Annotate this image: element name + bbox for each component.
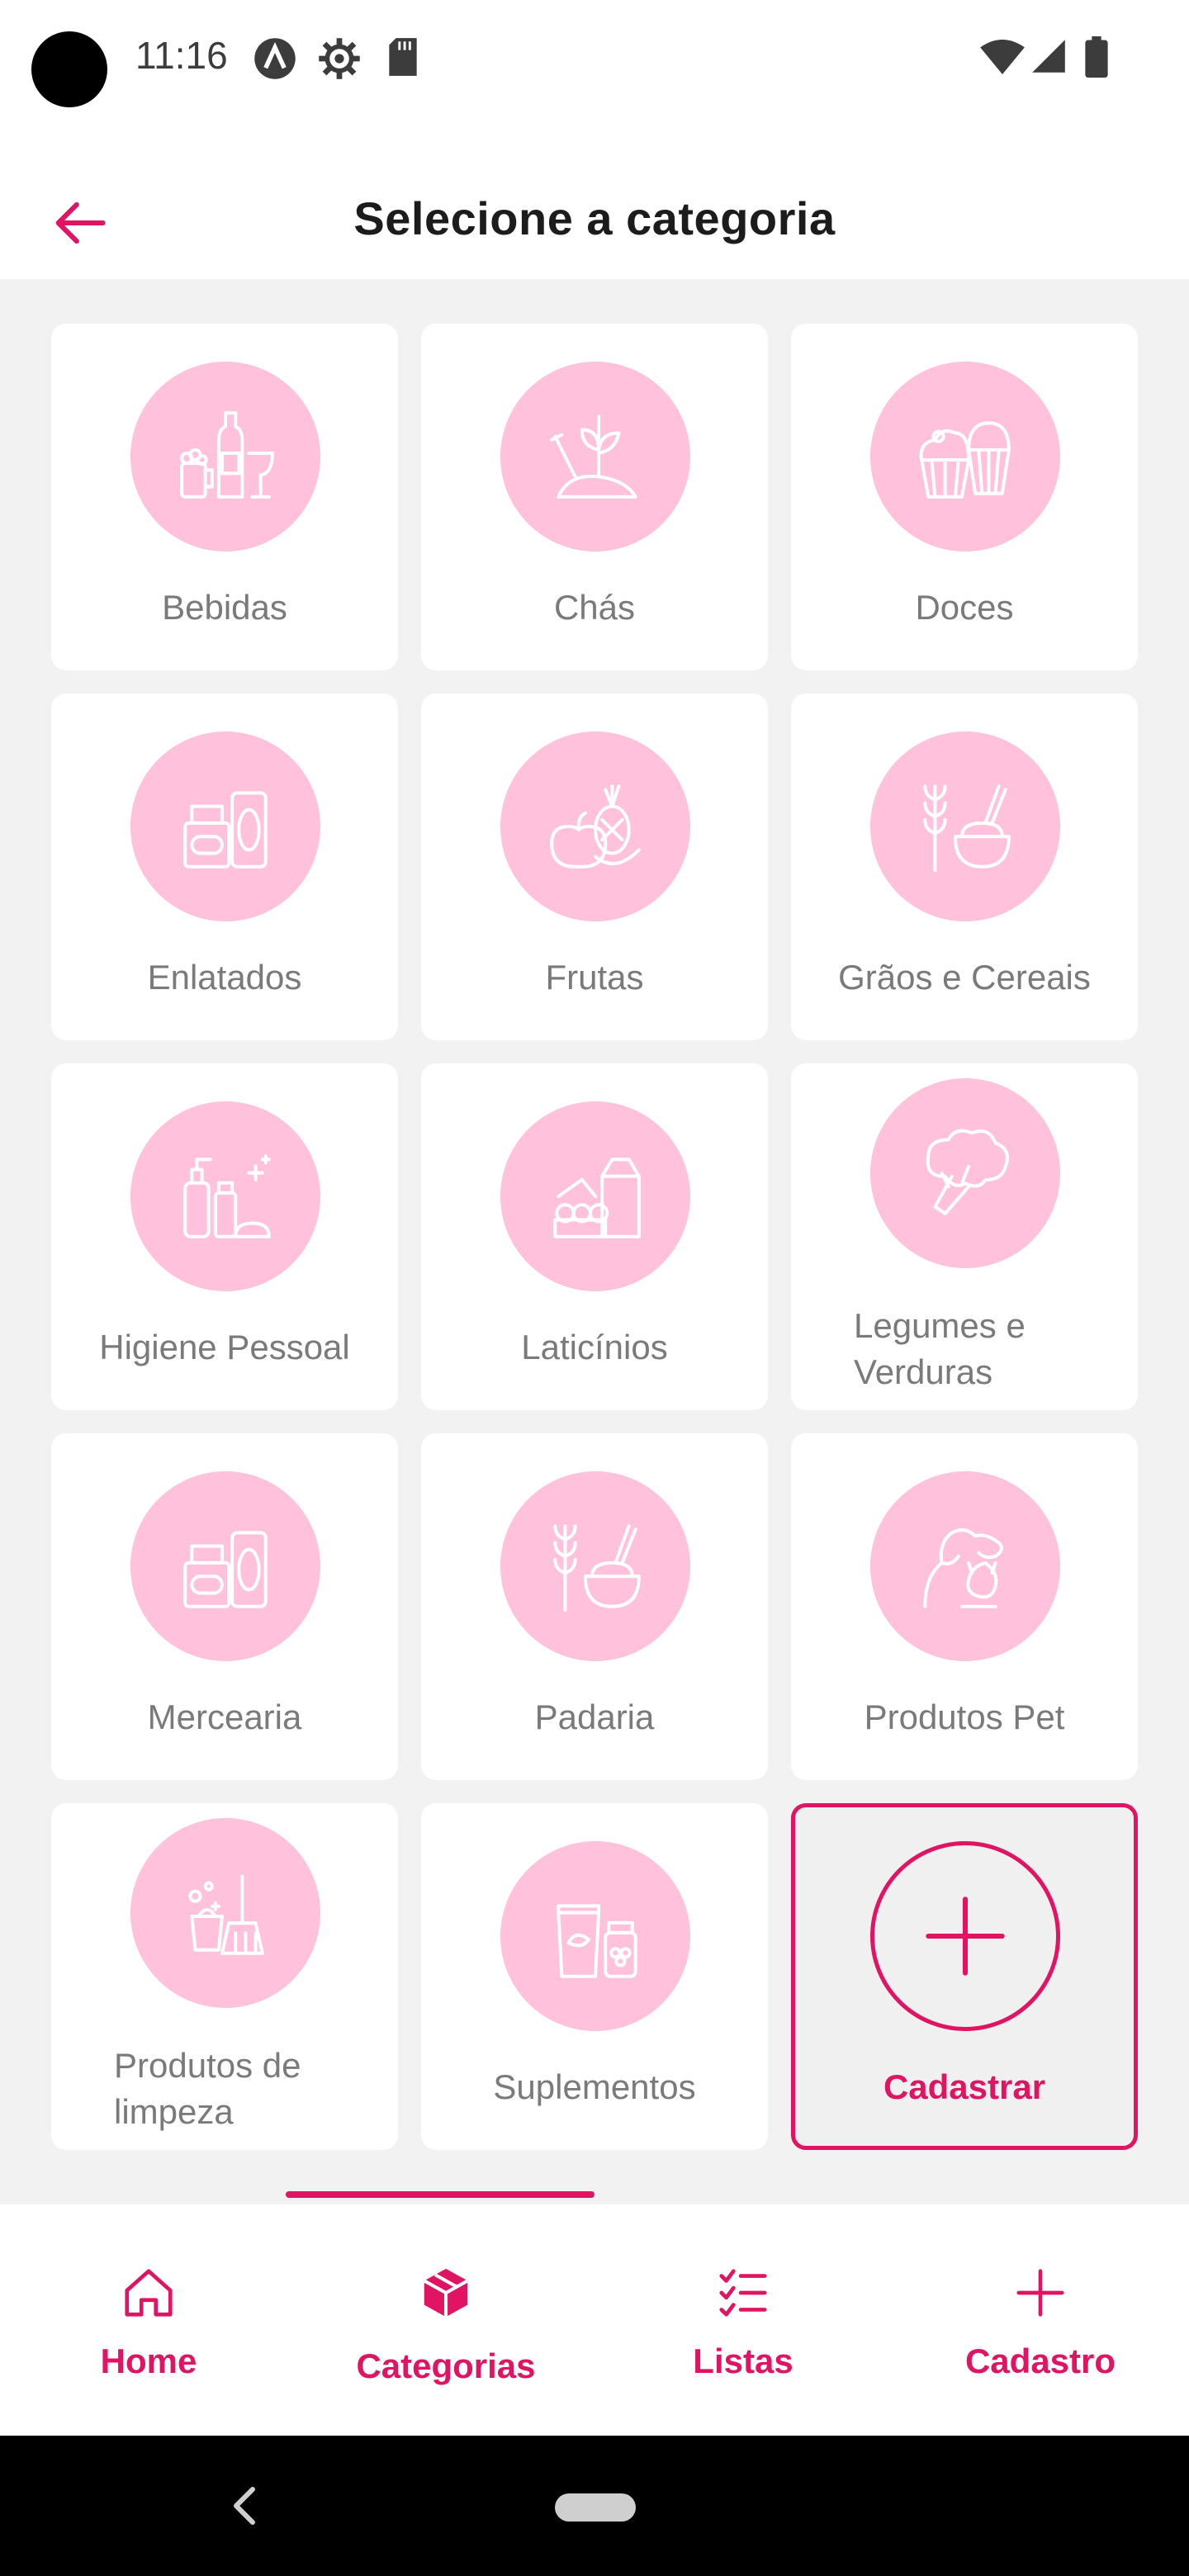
fruits-icon [500,732,690,921]
nav-item-cadastro[interactable]: Cadastro [892,2204,1189,2436]
home-icon [125,2269,173,2317]
status-time: 11:16 [135,34,228,77]
status-bar: 11:16 [0,0,1189,124]
supplements-icon [500,1841,690,2031]
cupcake-icon [870,362,1060,552]
category-label: Frutas [545,958,644,997]
category-label: Produtos de limpeza [114,2046,301,2131]
add-category-button[interactable]: Cadastrar [791,1803,1138,2150]
pet-dog-cat-icon [870,1471,1060,1661]
system-navigation-bar [0,2436,1189,2576]
category-label: Chás [553,588,636,627]
plus-icon [1016,2269,1064,2317]
category-card-legumes-e-verduras[interactable]: Legumes e Verduras [791,1063,1138,1410]
nav-item-categorias[interactable]: Categorias [297,2204,594,2436]
category-card-frutas[interactable]: Frutas [421,694,768,1040]
category-label: Bebidas [162,588,287,627]
system-back-icon[interactable] [228,2485,261,2526]
checklist-icon [719,2269,767,2317]
nav-label-listas: Listas [693,2342,793,2380]
category-grid: Bebidas Chás Doces Enlatados Frutas Grão… [51,324,1138,2150]
category-label: Padaria [534,1698,655,1736]
canned-food-icon [130,1471,320,1661]
category-label: Grãos e Cereais [838,958,1091,997]
category-card-graos-e-cereais[interactable]: Grãos e Cereais [791,694,1138,1040]
tea-plant-icon [500,362,690,552]
category-label: Mercearia [147,1698,302,1736]
camera-cutout [31,31,107,107]
category-card-padaria[interactable]: Padaria [421,1433,768,1780]
category-label: Doces [915,588,1014,627]
category-card-mercearia[interactable]: Mercearia [51,1433,398,1780]
signal-icon [1032,40,1065,73]
app-bar: Selecione a categoria [0,124,1189,279]
grain-bowl-icon [870,732,1060,921]
active-tab-indicator [286,2191,594,2198]
category-card-bebidas[interactable]: Bebidas [51,324,398,670]
add-category-label: Cadastrar [883,2067,1046,2106]
grain-bowl-icon [500,1471,690,1661]
category-label: Laticínios [521,1328,668,1366]
category-card-chas[interactable]: Chás [421,324,768,670]
system-home-pill[interactable] [555,2493,636,2522]
category-card-enlatados[interactable]: Enlatados [51,694,398,1040]
dairy-icon [500,1101,690,1291]
drinks-icon [130,362,320,552]
page-title: Selecione a categoria [353,192,836,244]
category-card-produtos-pet[interactable]: Produtos Pet [791,1433,1138,1780]
broccoli-icon [870,1078,1060,1268]
category-label: Legumes e Verduras [854,1306,1026,1391]
category-label: Higiene Pessoal [99,1328,350,1366]
category-label: Produtos Pet [864,1698,1065,1736]
wifi-icon [980,40,1025,74]
bottom-navigation: Home Categorias Listas Cadastro [0,2204,1189,2436]
nav-label-home: Home [100,2342,197,2380]
battery-icon [1085,36,1108,78]
category-label: Enlatados [147,958,302,997]
sd-card-icon [389,38,417,76]
nav-item-home[interactable]: Home [0,2204,297,2436]
category-card-suplementos[interactable]: Suplementos [421,1803,768,2150]
assistant-icon [254,38,296,79]
settings-gear-icon [319,38,360,79]
nav-item-listas[interactable]: Listas [594,2204,892,2436]
category-label: Suplementos [493,2067,696,2106]
category-card-laticinios[interactable]: Laticínios [421,1063,768,1410]
category-card-produtos-de-limpeza[interactable]: Produtos de limpeza [51,1803,398,2150]
category-card-doces[interactable]: Doces [791,324,1138,670]
hygiene-bottles-icon [130,1101,320,1291]
cleaning-icon [130,1818,320,2008]
nav-label-cadastro: Cadastro [964,2342,1116,2380]
canned-food-icon [130,732,320,921]
plus-icon [870,1841,1060,2031]
category-card-higiene-pessoal[interactable]: Higiene Pessoal [51,1063,398,1410]
nav-label-categorias: Categorias [356,2346,536,2385]
box-icon [423,2268,469,2318]
